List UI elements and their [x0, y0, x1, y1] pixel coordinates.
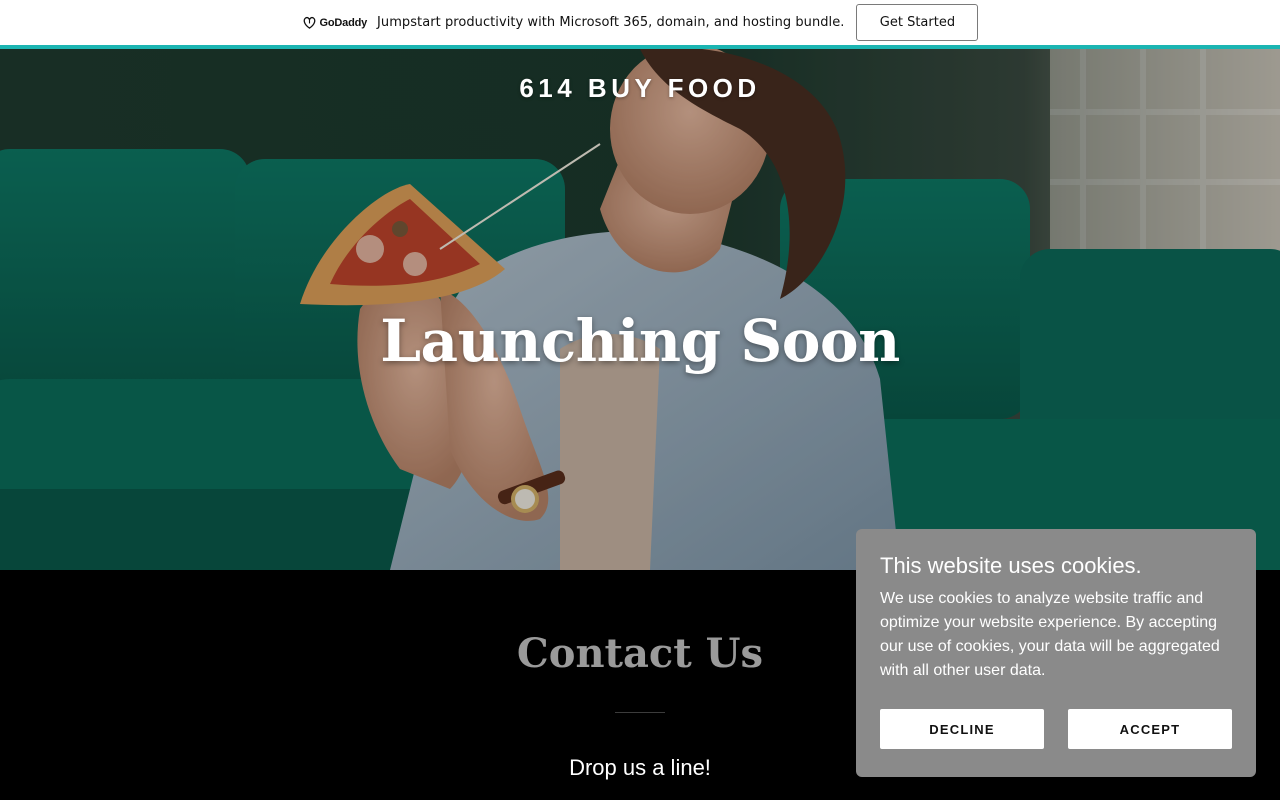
godaddy-logo-icon	[302, 16, 317, 29]
get-started-button[interactable]: Get Started	[856, 4, 979, 41]
accept-cookies-button[interactable]: ACCEPT	[1068, 709, 1232, 749]
godaddy-logo[interactable]: GoDaddy	[302, 16, 368, 29]
promo-bar: GoDaddy Jumpstart productivity with Micr…	[0, 0, 1280, 45]
site-brand-title[interactable]: 614 BUY FOOD	[0, 73, 1280, 104]
promo-message: Jumpstart productivity with Microsoft 36…	[377, 15, 845, 30]
cookie-banner: This website uses cookies. We use cookie…	[856, 529, 1256, 777]
cookie-banner-title: This website uses cookies.	[880, 553, 1142, 578]
decline-cookies-button[interactable]: DECLINE	[880, 709, 1044, 749]
cookie-banner-body: We use cookies to analyze website traffi…	[880, 590, 1220, 679]
hero-heading: Launching Soon	[380, 307, 900, 375]
cookie-banner-actions: DECLINE ACCEPT	[880, 709, 1232, 749]
hero-section: 614 BUY FOOD Launching Soon	[0, 49, 1280, 570]
contact-divider	[615, 712, 665, 713]
godaddy-logo-text: GoDaddy	[319, 16, 368, 29]
